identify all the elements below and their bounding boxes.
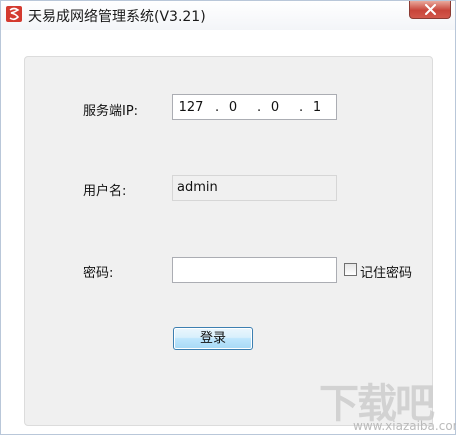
ip-segment-2[interactable]: 0	[219, 100, 247, 115]
ip-segment-4[interactable]: 1	[303, 100, 331, 115]
app-window: 天易成网络管理系统(V3.21) 服务端IP: 127 . 0 . 0 . 1 …	[0, 0, 456, 435]
close-icon	[425, 4, 436, 15]
ip-segment-3[interactable]: 0	[261, 100, 289, 115]
close-button[interactable]	[409, 1, 451, 19]
window-title: 天易成网络管理系统(V3.21)	[28, 9, 206, 25]
password-field[interactable]	[172, 257, 337, 283]
watermark-url: www.xiazaiba.com	[353, 419, 456, 433]
password-label: 密码:	[83, 266, 114, 281]
remember-password-label[interactable]: 记住密码	[360, 262, 412, 281]
watermark: 下载吧 www.xiazaiba.com	[319, 371, 456, 435]
server-ip-label: 服务端IP:	[83, 104, 139, 119]
ip-segment-1[interactable]: 127	[177, 100, 205, 115]
title-bar[interactable]: 天易成网络管理系统(V3.21)	[1, 1, 455, 30]
login-button[interactable]: 登录	[173, 327, 253, 350]
username-field: admin	[172, 175, 337, 201]
app-logo-icon	[6, 6, 22, 22]
server-ip-input[interactable]: 127 . 0 . 0 . 1	[172, 94, 337, 120]
remember-password-checkbox[interactable]	[344, 263, 357, 276]
username-label: 用户名:	[83, 184, 127, 199]
